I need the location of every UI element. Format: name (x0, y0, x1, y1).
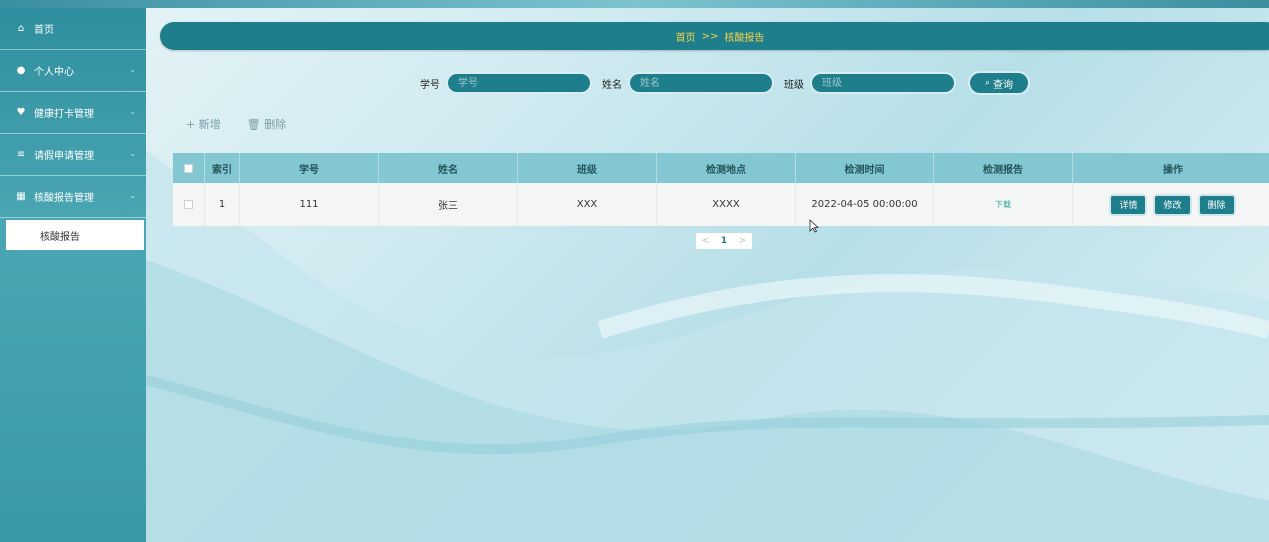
header-report: 检测报告 (934, 153, 1073, 183)
pagination: < 1 > (696, 233, 752, 249)
prev-page-icon[interactable]: < (702, 236, 710, 246)
sidebar-item-personal-center[interactable]: ● 个人中心 ⌄ (0, 50, 146, 92)
top-strip (0, 0, 1269, 8)
user-icon: ● (16, 65, 26, 76)
header-name: 姓名 (379, 153, 518, 183)
row-checkbox[interactable] (184, 200, 193, 209)
mouse-cursor-icon (809, 219, 819, 233)
add-button[interactable]: + 新增 (186, 116, 221, 132)
header-ops: 操作 (1163, 164, 1183, 176)
breadcrumb: 首页 >> 核酸报告 (160, 22, 1269, 50)
header-index: 索引 (205, 153, 240, 183)
sidebar-item-label: 健康打卡管理 (34, 109, 94, 120)
grid-icon: ▦ (16, 191, 26, 202)
trash-icon: 🗑 (246, 118, 261, 131)
student-id-label: 学号 (420, 79, 440, 91)
header-location: 检测地点 (657, 153, 796, 183)
sidebar-item-label: 个人中心 (34, 67, 74, 78)
breadcrumb-separator: >> (701, 30, 719, 42)
cell-index: 1 (205, 183, 240, 226)
sidebar-item-nucleic-report-mgmt[interactable]: ▦ 核酸报告管理 ⌄ (0, 176, 146, 218)
sidebar-subitem-nucleic-report[interactable]: 核酸报告 (6, 220, 144, 250)
list-icon: ≡ (16, 149, 26, 160)
query-button[interactable]: ⌕ 查询 (968, 71, 1030, 95)
sidebar-item-health-checkin[interactable]: ♥ 健康打卡管理 ⌄ (0, 92, 146, 134)
select-all-cell (173, 153, 205, 183)
table-row: 1 111 张三 XXX XXXX 2022-04-05 00:00:00 下载… (173, 183, 1269, 226)
cell-class: XXX (518, 183, 657, 226)
sidebar: ⌂ 首页 ● 个人中心 ⌄ ♥ 健康打卡管理 ⌄ ≡ 请假申请管理 ⌄ ▦ 核酸… (0, 8, 146, 542)
header-time: 检测时间 (796, 153, 934, 183)
health-icon: ♥ (16, 107, 26, 118)
search-icon: ⌕ (984, 78, 991, 88)
row-select-cell (173, 183, 205, 226)
next-page-icon[interactable]: > (739, 236, 747, 246)
header-student-id: 学号 (240, 153, 379, 183)
sidebar-item-label: 首页 (34, 25, 54, 36)
chevron-down-icon: ⌄ (129, 191, 136, 200)
sidebar-item-home[interactable]: ⌂ 首页 (0, 8, 146, 50)
header-class: 班级 (518, 153, 657, 183)
sidebar-item-leave-request[interactable]: ≡ 请假申请管理 ⌄ (0, 134, 146, 176)
delete-batch-button[interactable]: 🗑 删除 (247, 116, 286, 132)
table-header: 索引 学号 姓名 班级 检测地点 检测时间 检测报告 操作 (173, 153, 1269, 183)
select-all-checkbox[interactable] (184, 163, 193, 173)
student-id-input[interactable] (446, 72, 592, 94)
delete-batch-label: 删除 (264, 118, 287, 131)
name-input[interactable] (628, 72, 774, 94)
toolbar: + 新增 🗑 删除 (186, 116, 286, 132)
cell-location: XXXX (657, 183, 796, 226)
class-label: 班级 (784, 79, 804, 91)
chevron-down-icon: ⌄ (129, 149, 136, 158)
cell-ops: 详情 修改 删除 (1073, 183, 1269, 226)
page-number[interactable]: 1 (721, 236, 727, 246)
name-label: 姓名 (602, 79, 622, 91)
report-table: 索引 学号 姓名 班级 检测地点 检测时间 检测报告 操作 1 111 张三 X… (173, 153, 1269, 226)
sidebar-item-label: 核酸报告管理 (34, 193, 94, 204)
home-icon: ⌂ (17, 23, 25, 34)
search-bar: 学号 姓名 班级 ⌕ 查询 (410, 71, 1030, 95)
download-link[interactable]: 下载 (995, 199, 1011, 210)
chevron-down-icon: ⌄ (129, 107, 136, 116)
breadcrumb-home[interactable]: 首页 (676, 29, 696, 44)
breadcrumb-current: 核酸报告 (724, 32, 765, 44)
cell-report: 下载 (934, 183, 1073, 226)
chevron-down-icon: ⌄ (129, 65, 136, 74)
cell-student-id: 111 (240, 183, 379, 226)
sidebar-item-label: 请假申请管理 (34, 151, 94, 162)
delete-button[interactable]: 删除 (1197, 193, 1236, 216)
detail-button[interactable]: 详情 (1109, 193, 1148, 216)
main-content: 首页 >> 核酸报告 学号 姓名 班级 ⌕ 查询 + 新增 🗑 删除 索引 学号… (146, 8, 1269, 542)
cell-name: 张三 (379, 183, 518, 226)
class-input[interactable] (810, 72, 956, 94)
edit-button[interactable]: 修改 (1153, 193, 1192, 216)
query-button-label: 查询 (993, 79, 1014, 91)
